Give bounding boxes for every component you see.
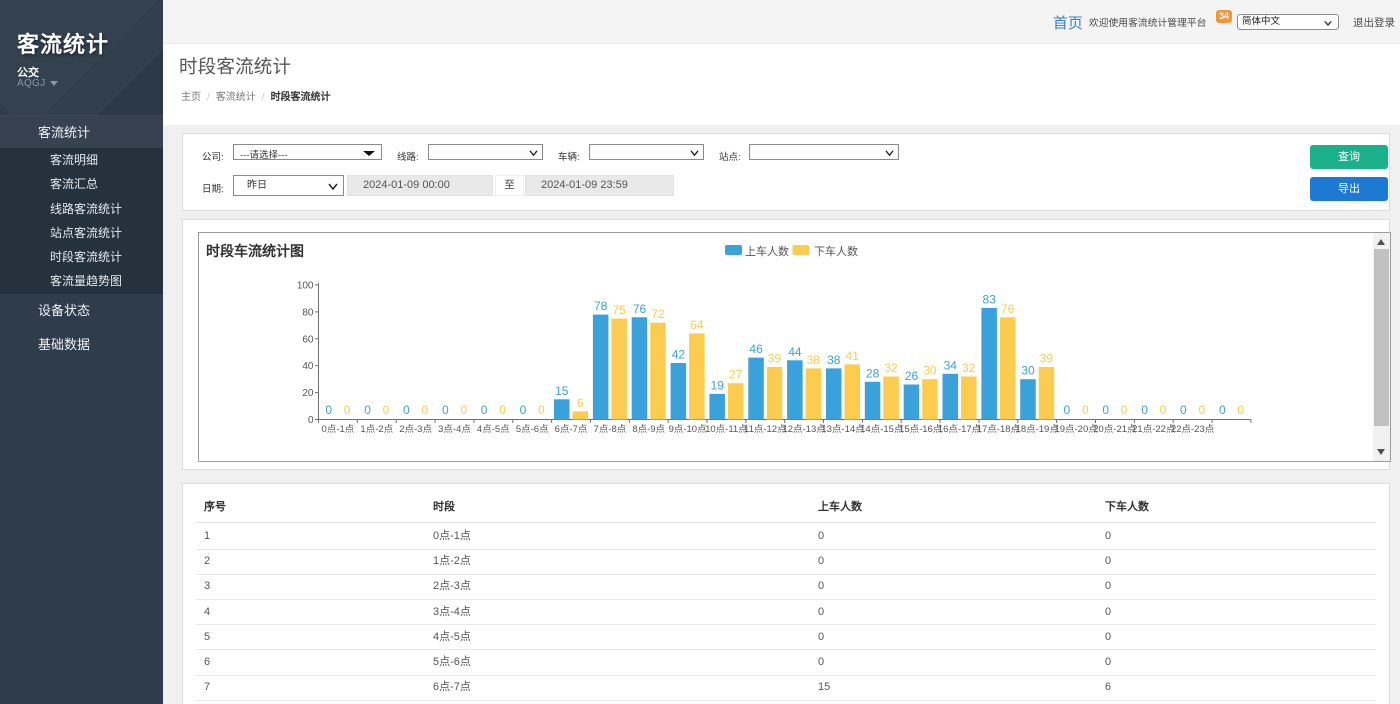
- svg-text:38: 38: [807, 353, 821, 367]
- svg-text:76: 76: [633, 302, 647, 316]
- svg-text:6点-7点: 6点-7点: [555, 424, 588, 435]
- svg-text:20: 20: [302, 388, 314, 399]
- svg-text:17点-18点: 17点-18点: [977, 424, 1021, 435]
- svg-text:0: 0: [1198, 403, 1205, 417]
- svg-text:40: 40: [302, 361, 314, 372]
- svg-text:7点-8点: 7点-8点: [594, 424, 627, 435]
- svg-text:6: 6: [577, 396, 584, 410]
- svg-text:0: 0: [1180, 403, 1187, 417]
- svg-text:上车人数: 上车人数: [745, 244, 789, 258]
- svg-text:0: 0: [344, 403, 351, 417]
- svg-text:83: 83: [983, 292, 997, 306]
- svg-text:0: 0: [1160, 403, 1167, 417]
- svg-text:0: 0: [1141, 403, 1148, 417]
- svg-text:15: 15: [555, 384, 569, 398]
- svg-text:13点-14点: 13点-14点: [821, 424, 865, 435]
- svg-text:0: 0: [442, 403, 449, 417]
- svg-text:26: 26: [905, 369, 919, 383]
- svg-text:0: 0: [403, 403, 410, 417]
- svg-text:12点-13点: 12点-13点: [782, 424, 826, 435]
- svg-text:38: 38: [827, 353, 841, 367]
- svg-text:下车人数: 下车人数: [814, 244, 858, 258]
- svg-text:20点-21点: 20点-21点: [1093, 424, 1137, 435]
- svg-text:44: 44: [788, 345, 802, 359]
- svg-text:10点-11点: 10点-11点: [705, 424, 748, 435]
- svg-text:30: 30: [923, 364, 937, 378]
- svg-text:0: 0: [383, 403, 390, 417]
- svg-text:60: 60: [302, 334, 314, 345]
- svg-text:8点-9点: 8点-9点: [632, 424, 665, 435]
- svg-text:0: 0: [421, 403, 428, 417]
- svg-text:100: 100: [297, 281, 314, 292]
- svg-text:0: 0: [1121, 403, 1128, 417]
- svg-text:32: 32: [962, 361, 976, 375]
- svg-text:39: 39: [768, 352, 782, 366]
- svg-text:2点-3点: 2点-3点: [399, 424, 432, 435]
- svg-text:64: 64: [690, 318, 704, 332]
- svg-text:15点-16点: 15点-16点: [899, 424, 943, 435]
- svg-text:34: 34: [944, 358, 958, 372]
- svg-text:5点-6点: 5点-6点: [516, 424, 549, 435]
- svg-text:11点-12点: 11点-12点: [744, 424, 787, 435]
- svg-text:72: 72: [651, 307, 665, 321]
- svg-text:76: 76: [1001, 302, 1015, 316]
- svg-text:75: 75: [612, 303, 626, 317]
- svg-text:0: 0: [481, 403, 488, 417]
- svg-text:41: 41: [846, 349, 860, 363]
- svg-text:46: 46: [749, 342, 763, 356]
- svg-text:42: 42: [672, 348, 686, 362]
- svg-text:0: 0: [325, 403, 332, 417]
- svg-text:9点-10点: 9点-10点: [669, 424, 708, 435]
- svg-text:0: 0: [1064, 403, 1071, 417]
- svg-text:39: 39: [1040, 352, 1054, 366]
- svg-text:16点-17点: 16点-17点: [938, 424, 982, 435]
- svg-text:27: 27: [729, 368, 743, 382]
- svg-text:1点-2点: 1点-2点: [360, 424, 393, 435]
- svg-text:32: 32: [884, 361, 898, 375]
- svg-text:0: 0: [1237, 403, 1244, 417]
- svg-text:14点-15点: 14点-15点: [860, 424, 904, 435]
- svg-text:19点-20点: 19点-20点: [1054, 424, 1098, 435]
- svg-text:18点-19点: 18点-19点: [1016, 424, 1060, 435]
- svg-text:3点-4点: 3点-4点: [438, 424, 471, 435]
- svg-text:28: 28: [866, 366, 880, 380]
- svg-text:19: 19: [711, 378, 725, 392]
- svg-text:4点-5点: 4点-5点: [477, 424, 510, 435]
- svg-text:0: 0: [1102, 403, 1109, 417]
- svg-text:0: 0: [1082, 403, 1089, 417]
- svg-text:0: 0: [520, 403, 527, 417]
- svg-text:0: 0: [538, 403, 545, 417]
- svg-text:0: 0: [364, 403, 371, 417]
- svg-text:30: 30: [1021, 364, 1035, 378]
- svg-text:22点-23点: 22点-23点: [1171, 424, 1215, 435]
- svg-text:0: 0: [499, 403, 506, 417]
- svg-text:0: 0: [308, 415, 314, 426]
- svg-text:80: 80: [302, 307, 314, 318]
- svg-text:0点-1点: 0点-1点: [322, 424, 355, 435]
- svg-text:78: 78: [594, 299, 608, 313]
- svg-text:21点-22点: 21点-22点: [1132, 424, 1176, 435]
- svg-text:0: 0: [1219, 403, 1226, 417]
- svg-text:0: 0: [460, 403, 467, 417]
- svg-text:时段车流统计图: 时段车流统计图: [206, 243, 304, 259]
